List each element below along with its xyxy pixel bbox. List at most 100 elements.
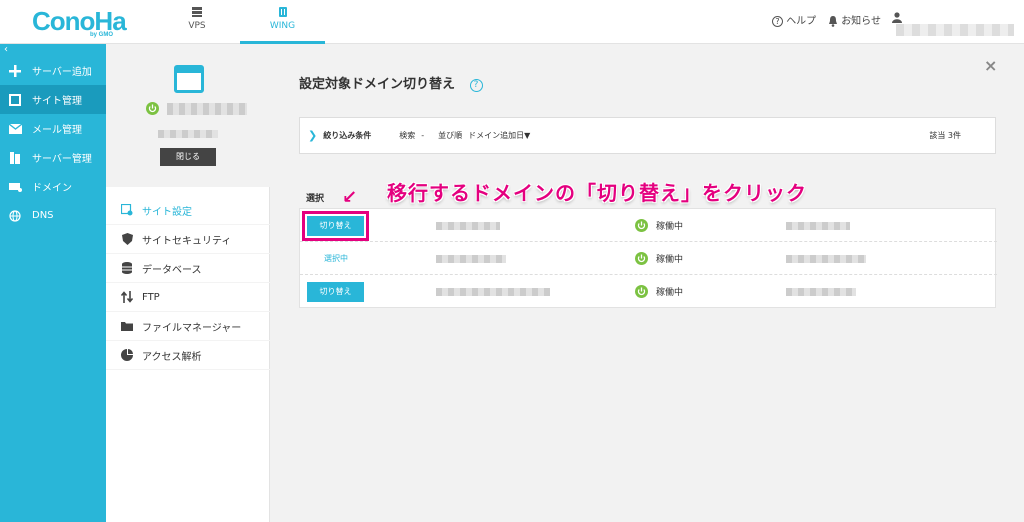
table-row: 選択中 稼働中 <box>300 242 997 275</box>
sidebar-item-site-management[interactable]: サイト管理 <box>0 85 106 114</box>
server-sub-redacted <box>158 130 218 141</box>
menu-item-database[interactable]: データベース <box>106 254 270 283</box>
server-summary: 閉じる <box>106 44 270 187</box>
database-icon <box>120 262 134 274</box>
domain-name-redacted <box>436 222 500 230</box>
table-row: 切り替え 稼働中 <box>300 275 997 308</box>
server-status <box>146 102 247 115</box>
filter-label[interactable]: 絞り込み条件 <box>323 130 371 141</box>
menu-item-label: サイトセキュリティ <box>142 235 232 247</box>
sidebar-item-label: サーバー追加 <box>32 67 92 78</box>
notice-link[interactable]: お知らせ <box>828 12 881 27</box>
wing-icon <box>278 7 287 17</box>
sidebar-item-mail[interactable]: メール管理 <box>0 114 106 143</box>
status-label: 稼働中 <box>656 222 684 232</box>
sidebar-collapse-button[interactable]: ‹ <box>0 44 106 56</box>
menu-item-access-analytics[interactable]: アクセス解析 <box>106 341 270 370</box>
question-icon: ? <box>772 15 783 27</box>
close-icon[interactable]: × <box>984 56 997 75</box>
status-label: 稼働中 <box>656 288 684 298</box>
selected-label: 選択中 <box>324 254 348 263</box>
menu-item-ftp[interactable]: FTP <box>106 283 270 312</box>
switch-button[interactable]: 切り替え <box>307 282 364 302</box>
sidebar-item-domain[interactable]: ドメイン <box>0 172 106 201</box>
close-panel-button[interactable]: 閉じる <box>160 148 216 166</box>
sidebar-item-label: サイト管理 <box>32 96 82 107</box>
globe-icon <box>8 209 22 222</box>
menu-item-label: アクセス解析 <box>142 351 202 363</box>
power-icon <box>635 219 648 232</box>
sidebar-item-add-server[interactable]: サーバー追加 <box>0 56 106 85</box>
help-icon[interactable]: ? <box>469 79 483 92</box>
bell-icon <box>829 15 837 27</box>
sidebar-item-label: ドメイン <box>32 183 72 194</box>
tab-wing[interactable]: WING <box>240 0 325 44</box>
menu-item-label: データベース <box>142 264 202 276</box>
menu-item-label: サイト設定 <box>142 206 192 218</box>
server-icon <box>192 7 202 17</box>
transfer-icon <box>120 291 134 303</box>
notice-label: お知らせ <box>841 16 881 27</box>
page-title-text: 設定対象ドメイン切り替え <box>299 77 456 92</box>
logo-sub: by GMO <box>90 32 114 38</box>
pie-chart-icon <box>120 349 134 361</box>
server-window-icon <box>174 65 204 93</box>
menu-item-label: ファイルマネージャー <box>142 322 242 334</box>
status-label: 稼働中 <box>656 255 684 265</box>
domain-icon <box>8 181 22 193</box>
sidebar-item-label: DNS <box>32 210 54 221</box>
folder-icon <box>120 320 134 332</box>
server-name-redacted <box>167 102 247 115</box>
chevron-right-icon[interactable]: ❯ <box>308 129 317 142</box>
sidebar-item-server[interactable]: サーバー管理 <box>0 143 106 172</box>
menu-item-site-security[interactable]: サイトセキュリティ <box>106 225 270 254</box>
server-panel: 閉じる サイト設定 サイトセキュリティ データベース FTP ファイルマネージャ… <box>106 44 270 522</box>
sidebar-item-label: サーバー管理 <box>32 154 92 165</box>
date-redacted <box>786 222 850 230</box>
user-menu[interactable] <box>892 12 1024 36</box>
domain-name-redacted <box>436 255 506 263</box>
domain-table: 切り替え 稼働中 選択中 稼働中 切り替え 稼働中 <box>299 208 997 308</box>
search-key: 検索 <box>399 131 416 140</box>
sidebar-item-dns[interactable]: DNS <box>0 201 106 230</box>
menu-item-label: FTP <box>142 291 160 303</box>
domain-switch-panel: × 設定対象ドメイン切り替え ? ❯ 絞り込み条件 検索 - 並び順 ドメイン追… <box>270 44 1024 522</box>
sort-key: 並び順 <box>438 131 463 140</box>
help-label: ヘルプ <box>786 16 817 27</box>
main-sidebar: ‹ サーバー追加 サイト管理 メール管理 サーバー管理 ドメイン DNS <box>0 44 106 522</box>
conoha-logo[interactable]: ConoHa by GMO <box>32 6 127 38</box>
server-menu: サイト設定 サイトセキュリティ データベース FTP ファイルマネージャー アク… <box>106 196 270 370</box>
shield-icon <box>120 233 134 245</box>
status-cell: 稼働中 <box>635 252 683 265</box>
tab-vps-label: VPS <box>188 21 206 31</box>
instruction-annotation: 移行するドメインの「切り替え」をクリック <box>387 181 807 205</box>
power-icon <box>635 285 648 298</box>
page-title: 設定対象ドメイン切り替え ? <box>299 73 483 92</box>
status-cell: 稼働中 <box>635 219 683 232</box>
server-icon <box>8 151 22 164</box>
sidebar-item-label: メール管理 <box>32 125 82 136</box>
power-icon <box>146 102 159 115</box>
user-name-redacted <box>896 23 1014 36</box>
tab-vps[interactable]: VPS <box>162 0 232 44</box>
plus-icon <box>8 64 22 77</box>
mail-icon <box>8 123 22 135</box>
table-row: 切り替え 稼働中 <box>300 209 997 242</box>
user-icon <box>892 12 902 23</box>
site-settings-icon <box>120 204 134 216</box>
help-link[interactable]: ? ヘルプ <box>772 12 816 27</box>
status-cell: 稼働中 <box>635 285 683 298</box>
tab-wing-label: WING <box>269 21 296 31</box>
sort-value[interactable]: ドメイン追加日▼ <box>468 130 530 141</box>
annotation-arrow: ↙ <box>342 187 358 208</box>
window-icon <box>8 93 22 106</box>
date-redacted <box>786 255 866 263</box>
menu-item-file-manager[interactable]: ファイルマネージャー <box>106 312 270 341</box>
top-header: ConoHa by GMO VPS WING ? ヘルプ お知らせ <box>0 0 1024 44</box>
column-header-select: 選択 <box>306 194 325 204</box>
date-redacted <box>786 288 856 296</box>
domain-name-redacted <box>436 288 550 296</box>
menu-item-site-settings[interactable]: サイト設定 <box>106 196 270 225</box>
search-value[interactable]: - <box>421 131 424 140</box>
switch-button[interactable]: 切り替え <box>302 211 369 241</box>
